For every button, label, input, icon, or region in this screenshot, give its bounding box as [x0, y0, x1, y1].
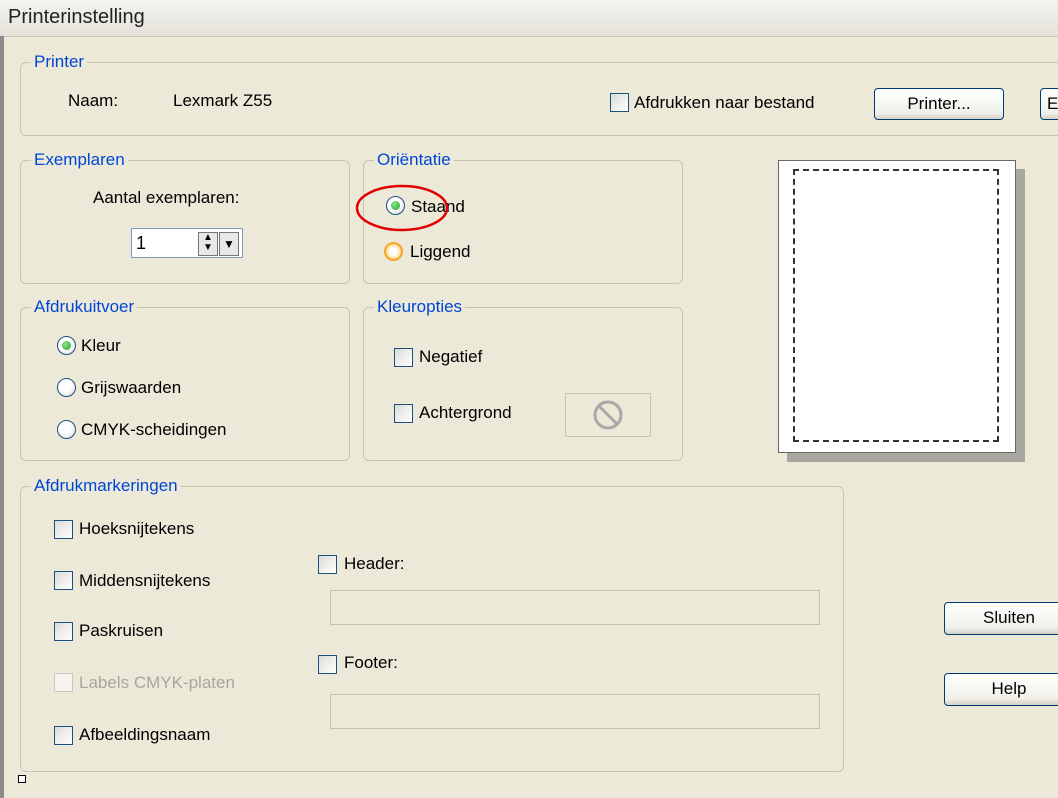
- cutoff-button[interactable]: E: [1040, 88, 1058, 120]
- printer-name-value: Lexmark Z55: [173, 91, 273, 110]
- annotation-circle: [355, 184, 449, 232]
- liggend-radio[interactable]: [384, 242, 403, 261]
- print-to-file-checkbox[interactable]: [610, 93, 629, 112]
- kleur-label[interactable]: Kleur: [81, 335, 121, 357]
- prohibited-icon: [593, 400, 623, 430]
- kleuropties-group: Kleuropties: [363, 296, 683, 461]
- print-to-file-label[interactable]: Afdrukken naar bestand: [634, 92, 815, 114]
- grijswaarden-label[interactable]: Grijswaarden: [81, 377, 181, 399]
- sluiten-button[interactable]: Sluiten: [944, 602, 1058, 635]
- negatief-checkbox[interactable]: [394, 348, 413, 367]
- footer-label[interactable]: Footer:: [344, 652, 398, 674]
- paskruisen-label[interactable]: Paskruisen: [79, 620, 163, 642]
- afdrukmarkeringen-legend: Afdrukmarkeringen: [31, 475, 181, 497]
- footer-input[interactable]: [330, 694, 820, 729]
- labels-cmyk-checkbox: [54, 673, 73, 692]
- background-color-swatch[interactable]: [565, 393, 651, 437]
- kleuropties-legend: Kleuropties: [374, 296, 466, 318]
- printer-button[interactable]: Printer...: [874, 88, 1004, 120]
- printer-legend: Printer: [31, 51, 88, 73]
- page-preview: [778, 160, 1016, 453]
- chevron-down-icon[interactable]: ▼: [219, 232, 239, 256]
- kleur-radio[interactable]: [57, 336, 76, 355]
- copies-label: Aantal exemplaren:: [93, 188, 240, 207]
- print-to-file-text: Afdrukken naar bestand: [634, 93, 815, 112]
- printer-name-label: Naam:: [68, 91, 119, 110]
- copies-value: 1: [136, 233, 147, 253]
- header-input[interactable]: [330, 590, 820, 625]
- spin-updown-icon[interactable]: ▲ ▼: [198, 232, 218, 256]
- hoeksnijtekens-checkbox[interactable]: [54, 520, 73, 539]
- middensnijtekens-checkbox[interactable]: [54, 571, 73, 590]
- cmyk-label[interactable]: CMYK-scheidingen: [81, 419, 227, 441]
- negatief-label[interactable]: Negatief: [419, 346, 482, 368]
- afbeeldingsnaam-checkbox[interactable]: [54, 726, 73, 745]
- exemplaren-legend: Exemplaren: [31, 149, 128, 171]
- middensnijtekens-label[interactable]: Middensnijtekens: [79, 570, 210, 592]
- help-button[interactable]: Help: [944, 673, 1058, 706]
- copies-spinner[interactable]: 1 ▲ ▼ ▼: [131, 228, 243, 258]
- afbeeldingsnaam-label[interactable]: Afbeeldingsnaam: [79, 724, 210, 746]
- afdrukuitvoer-legend: Afdrukuitvoer: [31, 296, 138, 318]
- window-title: Printerinstelling: [8, 6, 145, 28]
- title-bar: Printerinstelling: [0, 0, 1058, 37]
- liggend-label[interactable]: Liggend: [410, 241, 471, 263]
- exemplaren-group: Exemplaren: [20, 149, 350, 284]
- header-label[interactable]: Header:: [344, 553, 404, 575]
- printable-area: [793, 169, 999, 442]
- grijswaarden-radio[interactable]: [57, 378, 76, 397]
- cmyk-radio[interactable]: [57, 420, 76, 439]
- paskruisen-checkbox[interactable]: [54, 622, 73, 641]
- hoeksnijtekens-label[interactable]: Hoeksnijtekens: [79, 518, 194, 540]
- achtergrond-label[interactable]: Achtergrond: [419, 402, 512, 424]
- resize-grip-icon[interactable]: [18, 775, 26, 783]
- orientatie-legend: Oriëntatie: [374, 149, 454, 171]
- header-checkbox[interactable]: [318, 555, 337, 574]
- achtergrond-checkbox[interactable]: [394, 404, 413, 423]
- labels-cmyk-label: Labels CMYK-platen: [79, 673, 235, 692]
- footer-checkbox[interactable]: [318, 655, 337, 674]
- window-left-edge: [0, 36, 4, 798]
